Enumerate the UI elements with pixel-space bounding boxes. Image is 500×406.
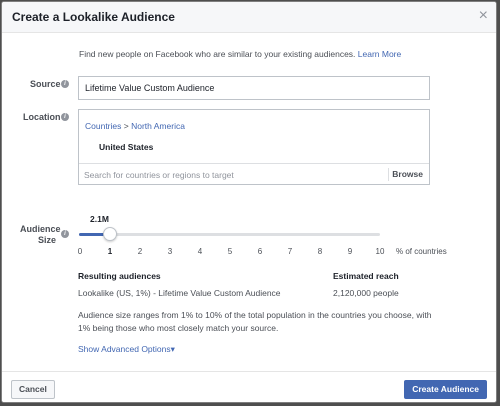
source-input[interactable]: Lifetime Value Custom Audience [78,76,430,100]
tick-label[interactable]: 0 [78,247,82,256]
selected-country[interactable]: United States [99,142,153,152]
location-search: Search for countries or regions to targe… [79,163,429,185]
location-label: Location [23,112,61,122]
learn-more-link[interactable]: Learn More [358,49,401,59]
resulting-audience-value: Lookalike (US, 1%) - Lifetime Value Cust… [78,288,281,298]
intro-description: Find new people on Facebook who are simi… [79,49,358,59]
source-label: Source [30,79,61,89]
source-info-icon[interactable]: i [61,80,69,88]
breadcrumb-countries-link[interactable]: Countries [85,121,121,131]
location-info-icon[interactable]: i [61,113,69,121]
estimated-reach-header: Estimated reach [333,271,399,281]
tick-label[interactable]: 3 [168,247,172,256]
intro-text: Find new people on Facebook who are simi… [79,49,401,59]
search-divider [388,168,389,181]
percent-of-countries-label: % of countries [396,247,447,256]
dialog-footer: Cancel Create Audience [2,371,496,402]
audience-size-label-line2: Size [38,235,57,245]
location-selector: Countries > North America United States … [78,109,430,185]
tick-label[interactable]: 10 [376,247,385,256]
tick-label[interactable]: 5 [228,247,232,256]
location-breadcrumb: Countries > North America [85,121,185,131]
audience-size-label-line1: Audience [20,224,61,234]
audience-size-slider-track[interactable] [79,233,380,236]
breadcrumb-separator: > [121,121,132,131]
estimated-reach-value: 2,120,000 people [333,288,399,298]
resulting-audiences-header: Resulting audiences [78,271,161,281]
close-icon[interactable]: × [479,8,488,24]
tick-label[interactable]: 8 [318,247,322,256]
browse-button[interactable]: Browse [392,169,423,179]
create-audience-button[interactable]: Create Audience [404,380,487,399]
location-search-input[interactable]: Search for countries or regions to targe… [84,170,234,180]
advanced-options-label: Show Advanced Options [78,344,171,354]
audience-size-estimate: 2.1M [90,214,109,224]
tick-label[interactable]: 7 [288,247,292,256]
tick-label[interactable]: 9 [348,247,352,256]
audience-size-info-icon[interactable]: i [61,230,69,238]
audience-size-slider-handle[interactable] [103,227,117,241]
breadcrumb-region-link[interactable]: North America [131,121,185,131]
tick-label-selected[interactable]: 1 [108,247,112,256]
dialog-title: Create a Lookalike Audience [12,10,175,24]
tick-label[interactable]: 2 [138,247,142,256]
chevron-down-icon: ▾ [170,344,175,354]
tick-label[interactable]: 6 [258,247,262,256]
tick-label[interactable]: 4 [198,247,202,256]
cancel-button[interactable]: Cancel [11,380,55,399]
dialog-header: Create a Lookalike Audience × [2,2,496,33]
audience-size-note: Audience size ranges from 1% to 10% of t… [78,310,432,333]
show-advanced-options-link[interactable]: Show Advanced Options▾ [78,344,175,355]
create-lookalike-dialog: Create a Lookalike Audience × Find new p… [1,1,497,403]
